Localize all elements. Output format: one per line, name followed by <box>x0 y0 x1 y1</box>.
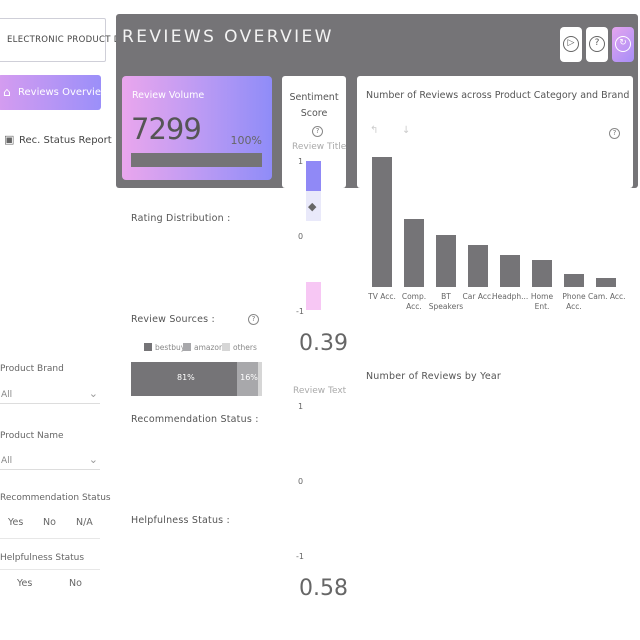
sentiment-negative-bar <box>306 282 321 310</box>
x-tick-label: Phone Acc. <box>562 292 586 311</box>
product-name-label: Product Name <box>0 431 64 441</box>
nav-item-reviews-overview[interactable]: ⌂ Reviews Overview <box>0 75 109 110</box>
review-volume-label: Review Volume <box>132 90 205 101</box>
chevron-down-icon: ⌄ <box>88 387 98 400</box>
sentiment-positive-bar <box>306 161 321 191</box>
play-button[interactable]: ▷ <box>560 27 582 62</box>
recommendation-option-no[interactable]: No <box>43 517 56 528</box>
axis-tick: 0 <box>298 232 304 241</box>
review-volume-value: 7299 <box>131 112 202 146</box>
chart-bar[interactable] <box>372 157 392 287</box>
help-icon: ? <box>589 36 605 52</box>
divider <box>0 569 100 570</box>
x-tick-label: Home Ent. <box>530 292 554 311</box>
legend-swatch-amazon <box>183 343 191 351</box>
helpfulness-filter-label: Helpfulness Status <box>0 553 85 563</box>
nav-item-label: Rec. Status Report <box>19 135 112 146</box>
x-tick-label: TV Acc. <box>368 292 396 301</box>
recommendation-filter-label: Recommendation Status <box>0 493 111 503</box>
refresh-button[interactable]: ↻ <box>612 27 634 62</box>
nav-item-rec-status-report[interactable]: ▣ Rec. Status Report <box>4 132 114 150</box>
axis-tick: -1 <box>296 552 304 561</box>
review-text-score: 0.58 <box>299 576 348 601</box>
play-circle-icon: ▷ <box>563 36 579 52</box>
product-brand-value: All <box>1 390 13 400</box>
chart-bar[interactable] <box>500 254 520 287</box>
legend-label: amazon <box>194 343 224 352</box>
chart-bar[interactable] <box>436 235 456 287</box>
product-brand-label: Product Brand <box>0 364 64 374</box>
refresh-icon: ↻ <box>615 36 631 52</box>
others-segment <box>258 362 262 396</box>
product-name-dropdown[interactable]: All ⌄ <box>0 453 100 470</box>
axis-tick: 0 <box>298 477 304 486</box>
x-tick-label: Headph... <box>492 292 529 301</box>
recommendation-status-title: Recommendation Status : <box>131 414 259 425</box>
help-icon[interactable]: ? <box>609 128 620 139</box>
help-button[interactable]: ? <box>586 27 608 62</box>
help-icon[interactable]: ? <box>312 126 323 137</box>
rating-distribution-title: Rating Distribution : <box>131 213 231 224</box>
reviews-by-year-title: Number of Reviews by Year <box>366 371 502 382</box>
sentiment-title: Sentiment Score <box>282 90 346 122</box>
review-sources-title: Review Sources : <box>131 314 215 325</box>
review-title-label: Review Title <box>292 142 347 152</box>
review-volume-percent: 100% <box>230 134 262 147</box>
app-logo: ELECTRONIC PRODUCT DATA <box>0 18 137 62</box>
chart-bar[interactable] <box>404 219 424 287</box>
x-tick-label: BT Speakers <box>428 292 464 311</box>
x-tick-label: Car Acc. <box>462 292 494 301</box>
review-volume-bar <box>131 153 262 167</box>
product-brand-dropdown[interactable]: All ⌄ <box>0 387 100 404</box>
segment-label: 81% <box>177 373 195 382</box>
helpfulness-status-title: Helpfulness Status : <box>131 515 230 526</box>
review-title-score: 0.39 <box>299 331 348 356</box>
helpfulness-option-yes[interactable]: Yes <box>17 578 32 589</box>
review-volume-card: Review Volume 7299 100% <box>122 76 272 180</box>
segment-label: 16% <box>240 373 258 382</box>
chevron-down-icon: ⌄ <box>88 453 98 466</box>
product-name-value: All <box>1 456 13 466</box>
sentiment-title-line2: Score <box>300 108 328 119</box>
axis-tick: -1 <box>296 307 304 316</box>
legend-swatch-others <box>222 343 230 351</box>
drill-up-icon[interactable]: ↰ <box>370 125 378 136</box>
helpfulness-option-no[interactable]: No <box>69 578 82 589</box>
page-title: REVIEWS OVERVIEW <box>122 27 334 47</box>
x-tick-label: Cam. Acc. <box>588 292 626 301</box>
chart-bar[interactable] <box>532 259 552 287</box>
x-tick-label: Comp. Acc. <box>401 292 427 311</box>
legend-label: bestbuy <box>155 343 186 352</box>
axis-tick: 1 <box>298 157 304 166</box>
chart-bar[interactable] <box>468 245 488 287</box>
review-text-label: Review Text <box>293 386 347 396</box>
chart-bar[interactable] <box>564 274 584 287</box>
amazon-segment: 16% <box>237 362 259 396</box>
nav-item-label: Reviews Overview <box>18 87 110 98</box>
bestbuy-segment: 81% <box>131 362 238 396</box>
drill-down-icon[interactable]: ↓ <box>402 125 410 136</box>
divider <box>0 538 100 539</box>
legend-swatch-bestbuy <box>144 343 152 351</box>
axis-tick: 1 <box>298 402 304 411</box>
recommendation-option-na[interactable]: N/A <box>76 517 93 528</box>
review-sources-stacked-bar: 81% 16% <box>131 362 262 396</box>
legend-label: others <box>233 343 257 352</box>
chart-title: Number of Reviews across Product Categor… <box>366 90 630 101</box>
diamond-marker-icon: ◆ <box>308 200 317 213</box>
recommendation-option-yes[interactable]: Yes <box>8 517 23 528</box>
help-icon[interactable]: ? <box>248 314 259 325</box>
report-icon: ▣ <box>4 133 15 146</box>
sentiment-title-line1: Sentiment <box>289 92 339 103</box>
chart-bar[interactable] <box>596 277 616 287</box>
home-icon: ⌂ <box>3 85 11 99</box>
